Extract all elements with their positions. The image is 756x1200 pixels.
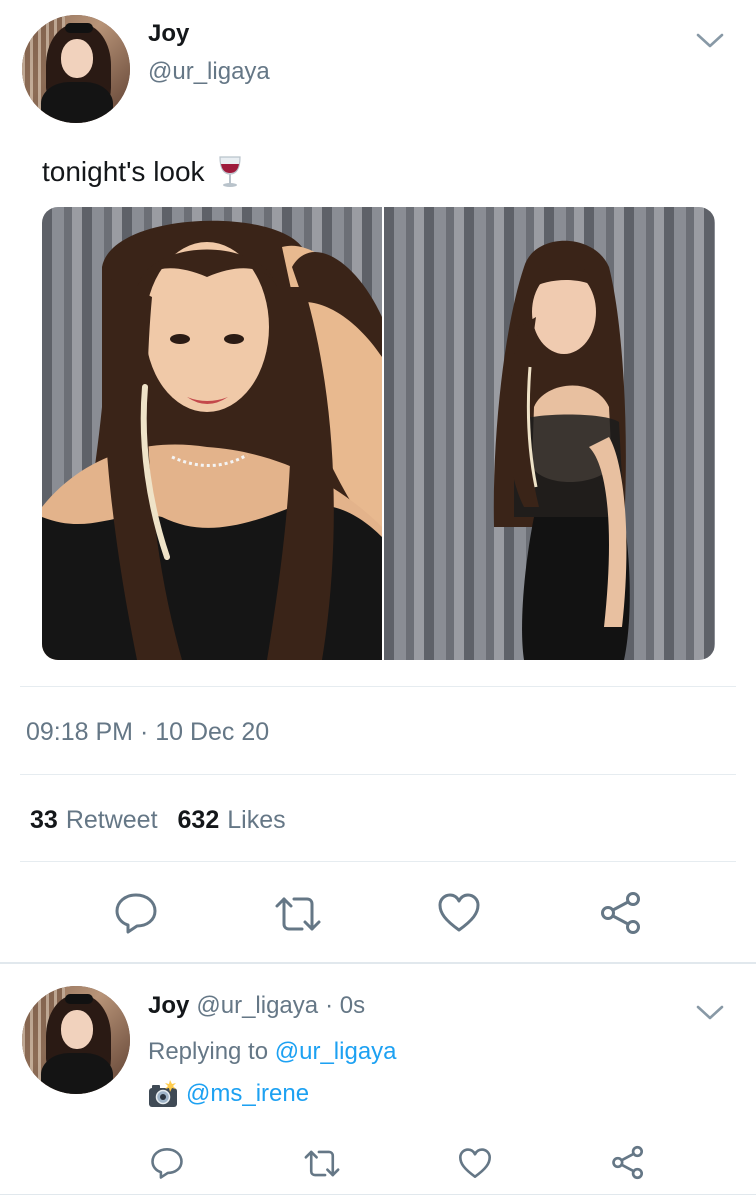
reply-icon[interactable]: [114, 892, 158, 934]
like-count[interactable]: 632: [178, 806, 220, 835]
chevron-down-icon[interactable]: [695, 1002, 725, 1022]
author-handle[interactable]: @ur_ligaya: [148, 58, 270, 86]
chevron-down-icon[interactable]: [695, 30, 725, 50]
tweet-media[interactable]: [42, 207, 715, 660]
retweet-label[interactable]: Retweet: [66, 806, 158, 835]
separator: [20, 774, 736, 775]
mention-link[interactable]: @ms_irene: [186, 1080, 309, 1108]
retweet-icon[interactable]: [272, 894, 324, 934]
share-icon[interactable]: [598, 891, 644, 935]
tweet-stats: 33 Retweet 632 Likes: [30, 806, 286, 835]
reply-icon[interactable]: [150, 1147, 184, 1179]
separator: [20, 861, 736, 862]
like-label[interactable]: Likes: [227, 806, 285, 835]
reply-header: Joy @ur_ligaya · 0s: [148, 992, 365, 1020]
photo-right[interactable]: [384, 207, 715, 660]
reply-text: @ms_irene: [148, 1079, 309, 1109]
tweet-text: tonight's look: [42, 155, 243, 189]
camera-flash-icon: [148, 1079, 178, 1109]
replying-to-link[interactable]: @ur_ligaya: [275, 1038, 397, 1065]
bottom-divider: [0, 1194, 756, 1195]
tweet-timestamp[interactable]: 09:18 PM · 10 Dec 20: [26, 718, 269, 747]
section-divider: [0, 962, 756, 964]
wine-glass-icon: [217, 155, 243, 189]
reply-author-name[interactable]: Joy: [148, 992, 189, 1020]
reply-time: · 0s: [325, 992, 366, 1019]
tweet-text-content: tonight's look: [42, 156, 205, 187]
like-icon[interactable]: [437, 893, 481, 933]
separator: [20, 686, 736, 687]
like-icon[interactable]: [458, 1148, 492, 1179]
retweet-count[interactable]: 33: [30, 806, 58, 835]
author-name[interactable]: Joy: [148, 20, 189, 48]
replying-prefix: Replying to: [148, 1038, 269, 1065]
replying-to-line: Replying to @ur_ligaya: [148, 1038, 397, 1066]
reply-author-avatar[interactable]: [22, 986, 130, 1094]
photo-left[interactable]: [42, 207, 382, 660]
share-icon[interactable]: [610, 1145, 646, 1180]
reply-author-handle[interactable]: @ur_ligaya: [196, 992, 318, 1020]
retweet-icon[interactable]: [302, 1148, 342, 1179]
author-avatar[interactable]: [22, 15, 130, 123]
